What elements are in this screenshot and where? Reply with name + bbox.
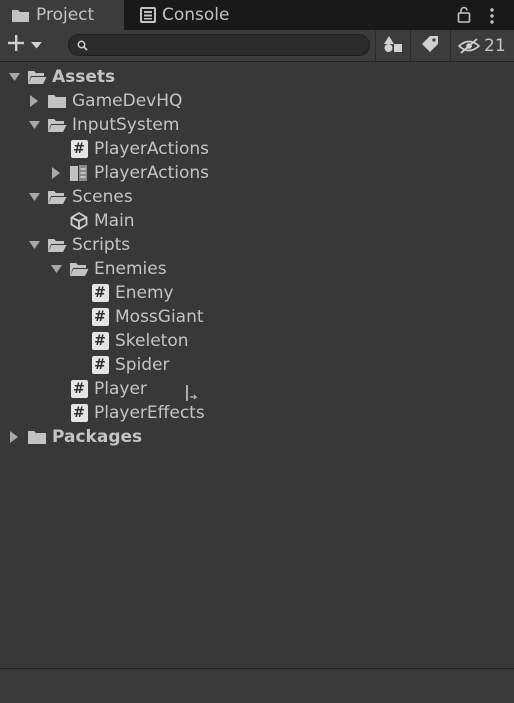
folder-icon bbox=[47, 91, 67, 111]
tab-project[interactable]: Project bbox=[0, 0, 124, 30]
expanded-arrow-icon[interactable] bbox=[8, 71, 20, 83]
folder-icon bbox=[27, 427, 47, 447]
tree-item-label: Scenes bbox=[72, 187, 133, 207]
collapsed-arrow-icon[interactable] bbox=[28, 95, 40, 107]
folder-icon bbox=[11, 8, 30, 23]
tree-item-label: Main bbox=[94, 211, 135, 231]
tab-project-label: Project bbox=[36, 5, 95, 25]
tree-item[interactable]: Enemies bbox=[0, 257, 514, 281]
input-actions-icon bbox=[69, 163, 89, 183]
tree-item[interactable]: # PlayerActions bbox=[0, 137, 514, 161]
tree-item-label: Enemy bbox=[115, 283, 174, 303]
csharp-script-icon: # bbox=[69, 139, 89, 159]
tree-item[interactable]: Assets bbox=[0, 65, 514, 89]
collapsed-arrow-icon[interactable] bbox=[50, 167, 62, 179]
search-by-type-button[interactable] bbox=[376, 30, 409, 61]
tree-item[interactable]: # PlayerEffects bbox=[0, 401, 514, 425]
search-by-label-button[interactable] bbox=[411, 30, 449, 61]
chevron-down-icon bbox=[31, 41, 42, 49]
status-footer bbox=[0, 668, 514, 703]
csharp-script-icon: # bbox=[90, 355, 110, 375]
tab-console-label: Console bbox=[162, 5, 230, 25]
expanded-arrow-icon[interactable] bbox=[28, 191, 40, 203]
shapes-icon bbox=[383, 35, 403, 57]
tree-item[interactable]: Packages bbox=[0, 425, 514, 449]
tree-item-label: PlayerActions bbox=[94, 163, 209, 183]
tree-item[interactable]: # Enemy bbox=[0, 281, 514, 305]
console-icon bbox=[140, 7, 156, 23]
csharp-script-icon: # bbox=[69, 403, 89, 423]
tree-item[interactable]: Scenes bbox=[0, 185, 514, 209]
tree-item-label: PlayerActions bbox=[94, 139, 209, 159]
hidden-count: 21 bbox=[484, 35, 506, 56]
hidden-packages-toggle[interactable]: 21 bbox=[458, 30, 506, 61]
expanded-arrow-icon[interactable] bbox=[28, 119, 40, 131]
folder-open-icon bbox=[47, 115, 67, 135]
toolbar-divider bbox=[450, 30, 451, 61]
folder-open-icon bbox=[27, 67, 47, 87]
tree-item-label: Packages bbox=[52, 427, 143, 447]
project-window: Project Console 21 Assets GameDevHQ Inpu… bbox=[0, 0, 514, 703]
csharp-script-icon: # bbox=[90, 331, 110, 351]
collapsed-arrow-icon[interactable] bbox=[8, 431, 20, 443]
tree-item[interactable]: # Spider bbox=[0, 353, 514, 377]
tag-icon bbox=[421, 35, 439, 57]
more-options-icon[interactable] bbox=[489, 7, 495, 29]
expanded-arrow-icon[interactable] bbox=[50, 263, 62, 275]
tree-item-label: Scripts bbox=[72, 235, 131, 255]
tree-item[interactable]: # Player bbox=[0, 377, 514, 401]
tree-item[interactable]: Main bbox=[0, 209, 514, 233]
tree-item-label: Enemies bbox=[94, 259, 167, 279]
tab-bar: Project Console bbox=[0, 0, 514, 30]
csharp-script-icon: # bbox=[69, 379, 89, 399]
csharp-script-icon: # bbox=[90, 283, 110, 303]
unity-scene-icon bbox=[69, 211, 89, 231]
tree-item[interactable]: InputSystem bbox=[0, 113, 514, 137]
tree-item[interactable]: PlayerActions bbox=[0, 161, 514, 185]
tree-item[interactable]: GameDevHQ bbox=[0, 89, 514, 113]
search-input[interactable] bbox=[92, 36, 369, 54]
project-tree[interactable]: Assets GameDevHQ InputSystem # PlayerAct… bbox=[0, 62, 514, 668]
tree-item-label: Spider bbox=[115, 355, 170, 375]
folder-open-icon bbox=[47, 187, 67, 207]
tree-item[interactable]: # Skeleton bbox=[0, 329, 514, 353]
tree-item-label: InputSystem bbox=[72, 115, 180, 135]
tree-item-label: Assets bbox=[52, 67, 116, 87]
folder-open-icon bbox=[47, 235, 67, 255]
tree-item[interactable]: Scripts bbox=[0, 233, 514, 257]
eye-hidden-icon bbox=[458, 37, 480, 54]
project-toolbar: 21 bbox=[0, 30, 514, 62]
create-button[interactable] bbox=[6, 33, 52, 57]
mouse-cursor-icon bbox=[185, 383, 199, 409]
expanded-arrow-icon[interactable] bbox=[28, 239, 40, 251]
tree-item-label: GameDevHQ bbox=[72, 91, 183, 111]
tab-console[interactable]: Console bbox=[138, 0, 268, 30]
search-icon bbox=[77, 40, 88, 51]
lock-icon[interactable] bbox=[457, 6, 471, 27]
tree-item-label: MossGiant bbox=[115, 307, 204, 327]
search-field[interactable] bbox=[68, 34, 370, 56]
tree-item-label: Skeleton bbox=[115, 331, 189, 351]
tree-item[interactable]: # MossGiant bbox=[0, 305, 514, 329]
folder-open-icon bbox=[69, 259, 89, 279]
tree-item-label: Player bbox=[94, 379, 147, 399]
csharp-script-icon: # bbox=[90, 307, 110, 327]
plus-icon bbox=[6, 33, 26, 57]
